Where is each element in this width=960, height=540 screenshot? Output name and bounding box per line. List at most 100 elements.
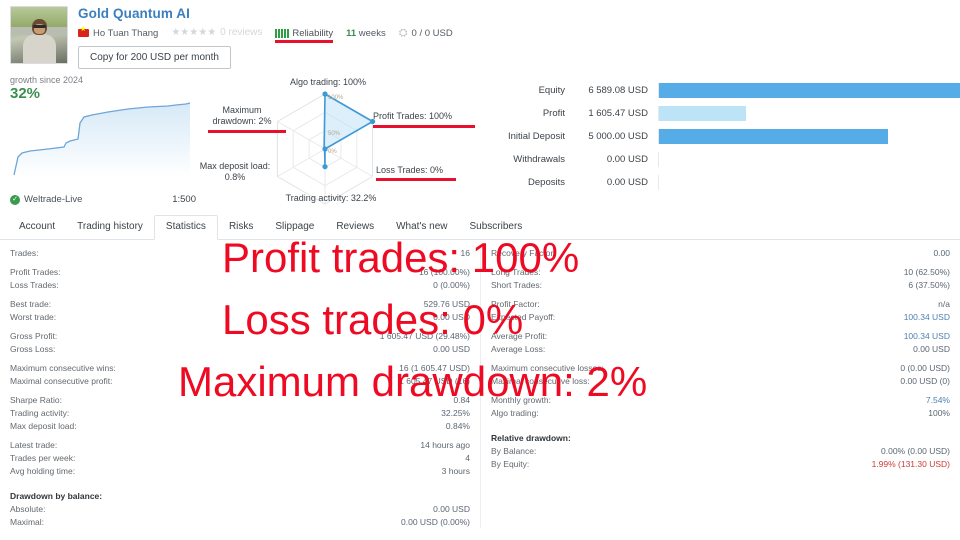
- account-bar-label: Deposits: [528, 177, 565, 188]
- stat-row: Maximal consecutive profit: 1 605.47 USD …: [0, 374, 480, 387]
- account-bar-value: 5 000.00 USD: [588, 131, 648, 142]
- stat-value: 16 (100.00%): [418, 266, 470, 277]
- stat-key: By Balance:: [491, 445, 537, 456]
- stat-key: Worst trade:: [10, 311, 57, 322]
- account-bar-track: [658, 129, 960, 144]
- stat-value: 0.00: [933, 247, 950, 258]
- account-bar-label: Profit: [542, 108, 565, 119]
- stat-value: 529.76 USD: [423, 298, 470, 309]
- radar-label-loss-trades: Loss Trades: 0%: [376, 165, 444, 175]
- stat-row: Monthly growth: 7.54%: [481, 393, 960, 406]
- stat-value: n/a: [938, 298, 950, 309]
- stat-value: 6 (37.50%): [908, 279, 950, 290]
- stat-key: Absolute:: [10, 503, 46, 514]
- stat-row: Short Trades: 6 (37.50%): [481, 278, 960, 291]
- author-name: Ho Tuan Thang: [93, 27, 159, 39]
- radar-label-max-deposit-load: Max deposit load: 0.8%: [199, 161, 271, 182]
- reliability-bars-icon: [275, 28, 290, 38]
- stat-row: Gross Loss: 0.00 USD: [0, 342, 480, 355]
- stat-row: Trades: 16: [0, 246, 480, 259]
- account-meta: ✓ Weltrade-Live 1:500: [10, 194, 196, 205]
- stat-value: 4: [465, 452, 470, 463]
- statistics-left-column: Trades: 16 Profit Trades: 16 (100.00%) Loss …: [0, 246, 480, 528]
- tab-account[interactable]: Account: [8, 216, 66, 239]
- weeks-label: weeks: [358, 27, 386, 39]
- stat-row: By Balance: 0.00% (0.00 USD): [481, 444, 960, 457]
- stat-row: Profit Factor: n/a: [481, 297, 960, 310]
- svg-text:50%: 50%: [328, 131, 341, 137]
- stat-key: Maximal:: [10, 516, 45, 527]
- stat-row: Best trade: 529.76 USD: [0, 297, 480, 310]
- stat-value: 0.00% (0.00 USD): [881, 445, 950, 456]
- tab-reviews[interactable]: Reviews: [325, 216, 385, 239]
- broker-name: Weltrade-Live: [24, 194, 83, 205]
- stat-value: 16 (1 605.47 USD): [399, 362, 470, 373]
- tab-trading-history[interactable]: Trading history: [66, 216, 154, 239]
- stat-value: 0.00 USD (0.00%): [401, 516, 470, 527]
- stat-key: Profit Trades:: [10, 266, 61, 277]
- statistics-section: Trades: 16 Profit Trades: 16 (100.00%) Loss …: [0, 240, 960, 528]
- account-bar-track: [658, 152, 960, 167]
- star-icon: ★: [198, 27, 208, 38]
- stat-key: Maximal consecutive profit:: [10, 375, 113, 386]
- stat-row: Algo trading: 100%: [481, 406, 960, 419]
- stat-key: Maximum consecutive wins:: [10, 362, 116, 373]
- stat-key: Avg holding time:: [10, 465, 76, 476]
- profile-header: Gold Quantum AI Ho Tuan Thang ★ ★ ★ ★ ★ …: [0, 0, 960, 69]
- stat-row: Maximal consecutive loss: 0.00 USD (0): [481, 374, 960, 387]
- stat-value: 16: [460, 247, 470, 258]
- account-bar-track: [658, 106, 960, 121]
- stat-value: 100.34 USD: [903, 311, 950, 322]
- tab-statistics[interactable]: Statistics: [153, 215, 218, 240]
- account-bar-value: 0.00 USD: [606, 177, 648, 188]
- stat-key: Max deposit load:: [10, 420, 77, 431]
- stat-value: 0.84: [453, 394, 470, 405]
- loss-trades-red-underline: [376, 178, 456, 181]
- tab-risks[interactable]: Risks: [218, 216, 264, 239]
- stat-row: Maximum consecutive wins: 16 (1 605.47 US…: [0, 361, 480, 374]
- reliability-indicator: Reliability: [275, 28, 334, 43]
- account-bar-row: Equity 6 589.08 USD: [478, 79, 960, 102]
- stat-key: Sharpe Ratio:: [10, 394, 62, 405]
- drawdown-by-balance-heading: Drawdown by balance:: [10, 490, 103, 501]
- stat-key: Average Loss:: [491, 343, 546, 354]
- equity-growth-chart: [13, 102, 191, 177]
- reviews-count: 0 reviews: [220, 27, 263, 38]
- statistics-right-column: Recovery Factor: 0.00 Long Trades: 10 (62.5…: [480, 246, 960, 528]
- tab-slippage[interactable]: Slippage: [264, 216, 325, 239]
- rating-stars: ★ ★ ★ ★ ★ 0 reviews: [171, 28, 262, 38]
- stat-value: 1.99% (131.30 USD): [871, 458, 950, 469]
- account-bar-row: Withdrawals 0.00 USD: [478, 148, 960, 171]
- stat-key: Recovery Factor:: [491, 247, 556, 258]
- stat-key: Trades per week:: [10, 452, 76, 463]
- stat-row: Expected Payoff: 100.34 USD: [481, 310, 960, 323]
- radar-panel: 100% 50% 0% Algo trading: 100% Profit Tr…: [198, 73, 478, 208]
- star-icon: ★: [180, 27, 190, 38]
- tab-subscribers[interactable]: Subscribers: [458, 216, 533, 239]
- copy-subscription-button[interactable]: Copy for 200 USD per month: [78, 46, 231, 69]
- stat-value: 32.25%: [441, 407, 470, 418]
- stat-row: By Equity: 1.99% (131.30 USD): [481, 457, 960, 470]
- stat-key: Maximal consecutive loss:: [491, 375, 590, 386]
- stat-key: Gross Profit:: [10, 330, 58, 341]
- account-bar-row: Deposits 0.00 USD: [478, 171, 960, 194]
- stat-value: 1 605.47 USD (29.48%): [379, 330, 470, 341]
- account-bar-fill: [659, 83, 960, 98]
- account-bar-track: [658, 83, 960, 98]
- stat-row: Recovery Factor: 0.00: [481, 246, 960, 259]
- broker-info: ✓ Weltrade-Live: [10, 194, 82, 205]
- stat-value: 14 hours ago: [420, 439, 470, 450]
- growth-label: growth since 2024: [10, 75, 84, 85]
- stat-value: 7.54%: [925, 394, 950, 405]
- stat-key: Latest trade:: [10, 439, 58, 450]
- stat-value: 0.00 USD (0): [900, 375, 950, 386]
- growth-panel: growth since 2024 32% ✓ Weltrade-Live 1:…: [0, 73, 198, 208]
- weeks-number: 11: [346, 27, 357, 39]
- svg-text:0%: 0%: [328, 149, 337, 155]
- account-bars-panel: Equity 6 589.08 USD Profit 1 605.47 USD Init…: [478, 73, 960, 208]
- tab-what-s-new[interactable]: What's new: [385, 216, 458, 239]
- radar-label-trading-activity: Trading activity: 32.2%: [285, 193, 377, 203]
- account-bar-row: Initial Deposit 5 000.00 USD: [478, 125, 960, 148]
- author[interactable]: Ho Tuan Thang: [78, 26, 159, 39]
- section-tabs: Account Trading history Statistics Risks Sli…: [0, 214, 960, 240]
